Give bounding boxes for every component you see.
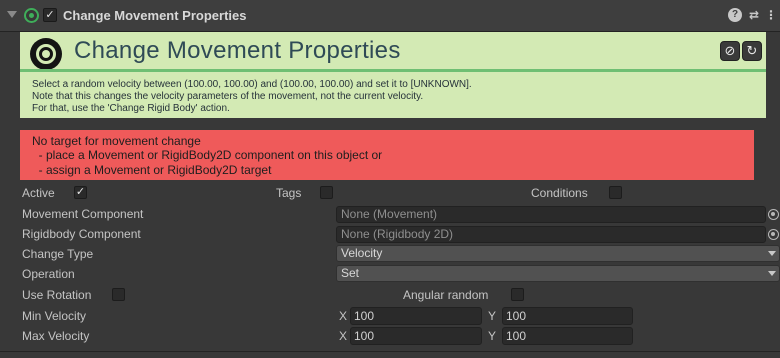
angular-random-checkbox[interactable] xyxy=(511,288,524,301)
sliders-icon[interactable]: ⇄ xyxy=(747,8,761,22)
change-type-dropdown[interactable]: Velocity xyxy=(336,245,780,262)
error-message-line: No target for movement change xyxy=(32,134,201,148)
use-rotation-label: Use Rotation xyxy=(22,288,92,302)
error-panel: No target for movement change - place a … xyxy=(20,130,754,180)
operation-value: Set xyxy=(341,266,360,280)
dropdown-arrow-icon xyxy=(768,251,776,256)
object-picker-icon[interactable] xyxy=(768,229,779,240)
panel-bottom-divider xyxy=(0,351,780,352)
help-icon[interactable]: ? xyxy=(728,8,742,22)
rigidbody-component-label: Rigidbody Component xyxy=(22,227,141,241)
y-axis-label: Y xyxy=(488,329,497,343)
change-type-label: Change Type xyxy=(22,247,94,261)
component-enabled-checkbox[interactable]: ✓ xyxy=(43,8,57,22)
rigidbody-component-field[interactable]: None (Rigidbody 2D) xyxy=(336,226,766,243)
dropdown-arrow-icon xyxy=(768,271,776,276)
conditions-checkbox[interactable] xyxy=(609,186,622,199)
x-axis-label: X xyxy=(339,309,348,323)
info-description-line: Note that this changes the velocity para… xyxy=(32,91,424,102)
movement-component-label: Movement Component xyxy=(22,207,144,221)
active-label: Active xyxy=(22,186,55,200)
operation-label: Operation xyxy=(22,267,75,281)
info-divider xyxy=(20,69,766,72)
info-description-line: Select a random velocity between (100.00… xyxy=(32,79,472,90)
object-picker-icon[interactable] xyxy=(768,209,779,220)
min-velocity-x-field[interactable]: 100 xyxy=(350,307,482,325)
more-menu-icon[interactable]: ⋮ xyxy=(764,8,778,22)
angular-random-label: Angular random xyxy=(403,288,489,302)
max-velocity-label: Max Velocity xyxy=(22,329,90,343)
collapse-arrow-icon[interactable] xyxy=(7,11,17,18)
error-message-line: - place a Movement or RigidBody2D compon… xyxy=(32,148,383,162)
y-axis-label: Y xyxy=(488,309,497,323)
min-velocity-label: Min Velocity xyxy=(22,309,87,323)
change-type-value: Velocity xyxy=(341,246,383,260)
info-description-line: For that, use the 'Change Rigid Body' ac… xyxy=(32,103,230,114)
operation-dropdown[interactable]: Set xyxy=(336,265,780,282)
component-header: ✓ Change Movement Properties ? ⇄ ⋮ xyxy=(0,0,780,32)
component-gear-icon xyxy=(24,8,39,23)
x-axis-label: X xyxy=(339,329,348,343)
max-velocity-y-field[interactable]: 100 xyxy=(502,327,633,345)
active-checkbox[interactable]: ✓ xyxy=(74,186,87,199)
tags-checkbox[interactable] xyxy=(320,186,333,199)
use-rotation-checkbox[interactable] xyxy=(112,288,125,301)
tags-label: Tags xyxy=(276,186,302,200)
conditions-label: Conditions xyxy=(531,186,588,200)
action-logo-icon xyxy=(30,38,62,70)
hide-eye-icon[interactable]: ⊘ xyxy=(720,41,740,61)
component-title: Change Movement Properties xyxy=(63,8,247,23)
info-title: Change Movement Properties xyxy=(74,37,401,64)
max-velocity-x-field[interactable]: 100 xyxy=(350,327,482,345)
min-velocity-y-field[interactable]: 100 xyxy=(502,307,633,325)
movement-component-field[interactable]: None (Movement) xyxy=(336,206,766,223)
refresh-icon[interactable]: ↻ xyxy=(742,41,762,61)
info-panel: Change Movement Properties ⊘ ↻ Select a … xyxy=(20,32,766,118)
error-message-line: - assign a Movement or RigidBody2D targe… xyxy=(32,163,272,177)
